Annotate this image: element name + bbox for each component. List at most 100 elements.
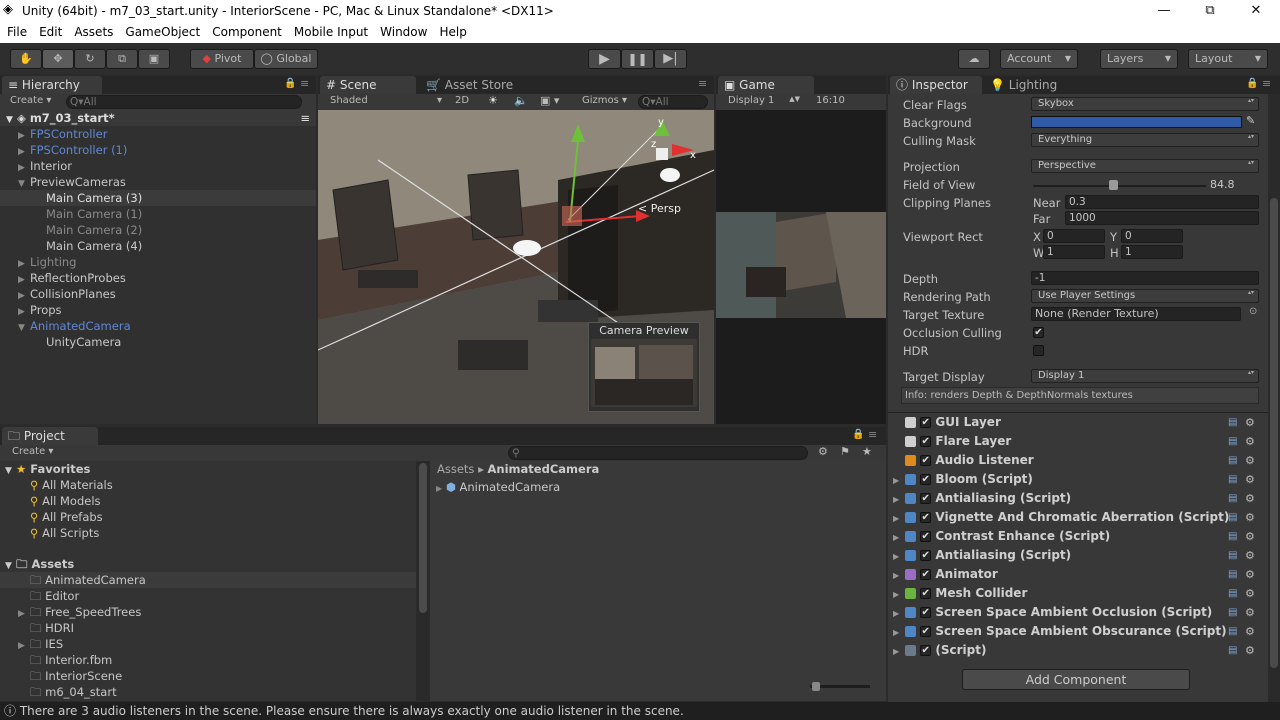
asset-folder-item[interactable]: 🗀 AnimatedCamera — [0, 572, 416, 588]
help-book-icon[interactable]: ▤ — [1228, 413, 1237, 432]
help-book-icon[interactable]: ▤ — [1228, 451, 1237, 470]
hierarchy-item[interactable]: ▶ FPSController (1) — [0, 142, 316, 158]
scene-viewport[interactable]: y z x < Persp Camera Preview — [318, 110, 714, 424]
gear-icon[interactable]: ⚙ — [1245, 565, 1255, 584]
project-tree-scrollbar[interactable] — [416, 461, 430, 701]
gear-icon[interactable]: ⚙ — [1245, 432, 1255, 451]
favorites-header[interactable]: ▼ ★ Favorites — [0, 461, 416, 477]
assets-header[interactable]: ▼ 🗀 Assets — [0, 556, 416, 572]
maximize-button[interactable]: ⧉ — [1187, 0, 1233, 22]
component-enabled-checkbox[interactable]: ✔ — [920, 626, 932, 637]
foldout-arrow-icon[interactable]: ▶ — [893, 585, 905, 604]
help-book-icon[interactable]: ▤ — [1228, 432, 1237, 451]
account-dropdown[interactable]: Account ▼ — [1000, 49, 1078, 69]
gear-icon[interactable]: ⚙ — [1245, 470, 1255, 489]
layers-dropdown[interactable]: Layers ▼ — [1100, 49, 1178, 69]
scene-menu-icon[interactable]: ≡ — [300, 110, 310, 126]
hierarchy-item[interactable]: ▶ Interior — [0, 158, 316, 174]
cloud-button[interactable]: ☁ — [958, 49, 990, 69]
menu-window[interactable]: Window — [373, 22, 432, 39]
add-component-button[interactable]: Add Component — [962, 669, 1190, 690]
hand-tool-button[interactable]: ✋ — [10, 49, 42, 69]
filter-type-icon[interactable]: ⚙ — [818, 445, 828, 458]
menu-mobile-input[interactable]: Mobile Input — [287, 22, 373, 39]
shading-dropdown[interactable]: Shaded ▾ — [330, 95, 442, 106]
gear-icon[interactable]: ⚙ — [1245, 489, 1255, 508]
menu-edit[interactable]: Edit — [32, 22, 67, 39]
tab-hierarchy[interactable]: ≡ Hierarchy — [2, 76, 102, 94]
step-button[interactable]: ▶| — [654, 49, 687, 69]
project-tree-scroll-thumb[interactable] — [419, 463, 427, 613]
gear-icon[interactable]: ⚙ — [1245, 527, 1255, 546]
breadcrumb-root[interactable]: Assets — [437, 462, 474, 476]
lock-icon[interactable]: 🔒 — [284, 78, 296, 89]
hdr-checkbox[interactable] — [1033, 345, 1044, 356]
component-header[interactable]: ✔ Flare Layer ▤ ⚙ — [888, 432, 1268, 451]
component-enabled-checkbox[interactable]: ✔ — [920, 645, 932, 656]
audio-toggle-icon[interactable]: 🔈 — [514, 94, 528, 107]
tab-inspector[interactable]: ⓘ Inspector — [890, 76, 982, 94]
menu-component[interactable]: Component — [205, 22, 287, 39]
tab-game[interactable]: ▣ Game — [718, 76, 814, 94]
component-header[interactable]: ▶ ✔ Screen Space Ambient Obscurance (Scr… — [888, 622, 1268, 641]
foldout-arrow-icon[interactable]: ▶ — [893, 528, 905, 547]
hierarchy-item[interactable]: Main Camera (3) — [0, 190, 316, 206]
hierarchy-item[interactable]: ▶ FPSController — [0, 126, 316, 142]
inspector-scrollbar[interactable] — [1268, 94, 1280, 702]
rendering-path-dropdown[interactable]: Use Player Settings — [1031, 289, 1259, 303]
panel-menu-icon[interactable]: ≡ — [1262, 77, 1271, 90]
tab-asset-store[interactable]: 🛒 Asset Store — [420, 76, 524, 94]
panel-menu-icon[interactable]: ≡ — [300, 77, 309, 90]
tab-scene[interactable]: # Scene — [320, 76, 416, 94]
target-texture-field[interactable]: None (Render Texture) — [1031, 307, 1241, 321]
background-color-swatch[interactable] — [1031, 116, 1242, 128]
favorite-star-icon[interactable]: ★ — [862, 445, 872, 458]
help-book-icon[interactable]: ▤ — [1228, 603, 1237, 622]
clear-flags-dropdown[interactable]: Skybox — [1031, 97, 1259, 111]
gear-icon[interactable]: ⚙ — [1245, 641, 1255, 660]
menu-assets[interactable]: Assets — [67, 22, 118, 39]
foldout-arrow-icon[interactable]: ▶ — [893, 509, 905, 528]
layout-dropdown[interactable]: Layout ▼ — [1188, 49, 1268, 69]
asset-folder-item[interactable]: 🗀 m6_04_start — [0, 684, 416, 700]
hierarchy-item[interactable]: Main Camera (4) — [0, 238, 316, 254]
2d-toggle[interactable]: 2D — [455, 95, 469, 106]
status-bar[interactable]: ⓘ There are 3 audio listeners in the sce… — [0, 702, 1280, 720]
effects-dropdown-icon[interactable]: ▣ ▾ — [540, 94, 559, 107]
hierarchy-create-button[interactable]: Create ▾ — [10, 95, 51, 106]
pause-button[interactable]: ❚❚ — [621, 49, 654, 69]
viewport-w-input[interactable]: 1 — [1043, 245, 1105, 259]
content-item[interactable]: ▶ ⬢ AnimatedCamera — [436, 479, 560, 495]
tab-lighting[interactable]: 💡 Lighting — [984, 76, 1076, 94]
close-button[interactable]: ✕ — [1233, 0, 1279, 22]
help-book-icon[interactable]: ▤ — [1228, 641, 1237, 660]
help-book-icon[interactable]: ▤ — [1228, 565, 1237, 584]
foldout-arrow-icon[interactable]: ▶ — [893, 547, 905, 566]
fov-value[interactable]: 84.8 — [1210, 178, 1235, 191]
hierarchy-item[interactable]: ▶ Lighting — [0, 254, 316, 270]
panel-menu-icon[interactable]: ≡ — [868, 428, 877, 441]
hierarchy-item[interactable]: UnityCamera — [0, 334, 316, 350]
foldout-arrow-icon[interactable]: ▶ — [893, 642, 905, 661]
target-display-dropdown[interactable]: Display 1 — [1031, 369, 1259, 383]
gear-icon[interactable]: ⚙ — [1245, 622, 1255, 641]
aspect-dropdown[interactable]: 16:10 — [816, 95, 845, 106]
hierarchy-item[interactable]: ▶ CollisionPlanes — [0, 286, 316, 302]
component-header[interactable]: ▶ ✔ Animator ▤ ⚙ — [888, 565, 1268, 584]
projection-dropdown[interactable]: Perspective — [1031, 159, 1259, 173]
persp-label[interactable]: < Persp — [638, 202, 681, 215]
asset-folder-item[interactable]: ▶ 🗀 IES — [0, 636, 416, 652]
component-enabled-checkbox[interactable]: ✔ — [920, 493, 932, 504]
lock-icon[interactable]: 🔒 — [852, 429, 864, 440]
gear-icon[interactable]: ⚙ — [1245, 413, 1255, 432]
filter-label-icon[interactable]: ⚑ — [840, 445, 850, 458]
lighting-toggle-icon[interactable]: ☀ — [488, 94, 498, 107]
rect-tool-button[interactable]: ▣ — [138, 49, 170, 69]
hierarchy-item[interactable]: Main Camera (2) — [0, 222, 316, 238]
component-enabled-checkbox[interactable]: ✔ — [920, 417, 932, 428]
project-search-input[interactable]: ⚲ — [508, 446, 808, 460]
occlusion-culling-checkbox[interactable]: ✔ — [1033, 327, 1044, 338]
gear-icon[interactable]: ⚙ — [1245, 546, 1255, 565]
fov-slider-handle[interactable] — [1109, 180, 1118, 190]
minimize-button[interactable]: — — [1141, 0, 1187, 22]
